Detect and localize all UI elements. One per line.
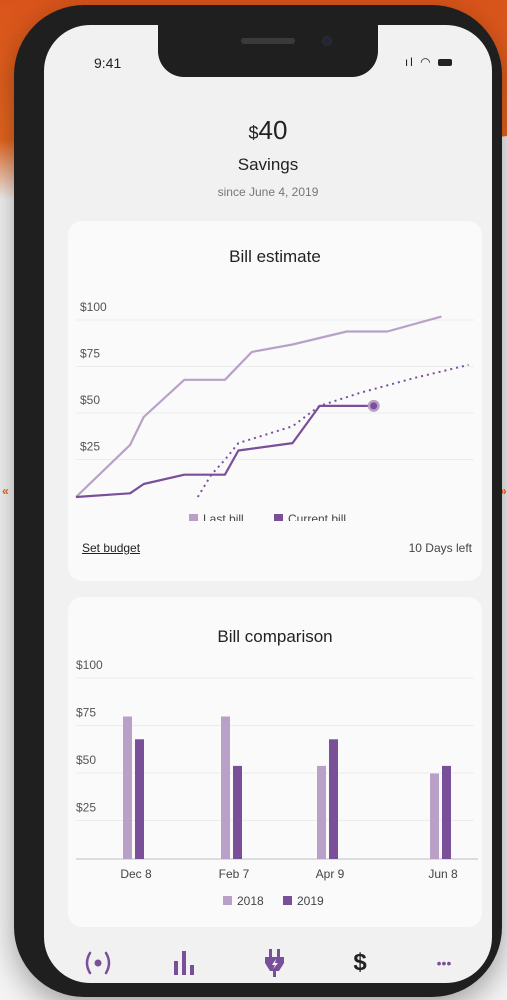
savings-label: Savings (237, 155, 299, 174)
legend-swatch-2019 (283, 896, 292, 905)
dollar-icon: $ (353, 949, 367, 976)
status-icons: ıl ◠ (405, 55, 452, 69)
bill-estimate-chart: $100 $75 $50 $25 Last bill Current bill (75, 300, 474, 521)
phone-frame: 9:41 ıl ◠ $40 Savings since June 4, 2019… (14, 5, 502, 997)
bar-2018 (430, 773, 439, 859)
live-icon (85, 951, 111, 975)
status-time: 9:41 (94, 55, 122, 71)
currency-symbol: $ (248, 123, 259, 143)
savings-amount: $40 (44, 115, 492, 146)
bar-2019 (135, 739, 144, 859)
x-tick-label: Apr 9 (316, 867, 345, 881)
y-tick-label: $25 (80, 440, 100, 454)
y-tick-label: $50 (80, 393, 100, 407)
legend-swatch-last-bill (189, 514, 198, 521)
more-icon: ••• (436, 955, 452, 971)
y-tick-label: $100 (80, 300, 107, 314)
wifi-icon: ◠ (420, 55, 433, 69)
speaker-grille (241, 38, 295, 44)
plug-icon (265, 949, 284, 977)
battery-icon (438, 59, 452, 67)
current-bill-endpoint (370, 402, 378, 410)
tab-more[interactable]: ••• (424, 943, 464, 983)
legend-label-last-bill: Last bill (203, 512, 244, 521)
tab-bar: $ ••• (44, 943, 492, 983)
savings-since: since June 4, 2019 (217, 185, 319, 199)
y-tick-label: $75 (76, 706, 96, 720)
bill-comparison-card: Bill comparison $100 $75 $50 $25 Dec 8 Feb 7A… (68, 597, 482, 927)
x-tick-label: Dec 8 (120, 867, 152, 881)
bar-2018 (221, 716, 230, 859)
bar-2018 (317, 765, 326, 859)
legend-label-current-bill: Current bill (288, 512, 346, 521)
decorative-chevron: « (2, 484, 9, 498)
phone-screen: 9:41 ıl ◠ $40 Savings since June 4, 2019… (44, 25, 492, 983)
y-tick-label: $100 (76, 658, 103, 672)
tab-devices[interactable] (254, 943, 294, 983)
y-tick-label: $75 (80, 347, 100, 361)
legend-swatch-2018 (223, 896, 232, 905)
days-left-label: 10 Days left (408, 541, 472, 555)
y-tick-label: $25 (76, 801, 96, 815)
usage-bars-icon (174, 951, 194, 975)
series-line-current-bill (75, 404, 374, 499)
series-line-last-bill (75, 315, 442, 498)
phone-notch (158, 25, 378, 77)
bar-2019 (442, 765, 451, 859)
legend-label-2019: 2019 (297, 894, 324, 908)
legend-swatch-current-bill (274, 514, 283, 521)
bill-comparison-chart: $100 $75 $50 $25 Dec 8 Feb 7 Apr 9 Jun 8 2018 201… (76, 658, 478, 908)
legend-label-2018: 2018 (237, 894, 264, 908)
x-tick-label: Jun 8 (428, 867, 458, 881)
y-tick-label: $50 (76, 753, 96, 767)
bar-2018 (123, 716, 132, 859)
tab-usage[interactable] (166, 943, 206, 983)
bill-estimate-card: Bill estimate $100 $75 $50 $25 Last bill Curr… (68, 221, 482, 581)
set-budget-link[interactable]: Set budget (82, 541, 140, 555)
bar-2019 (329, 739, 338, 859)
x-tick-label: Feb 7 (219, 867, 250, 881)
amount-value: 40 (258, 115, 288, 145)
series-line-projection (196, 363, 469, 498)
bar-2019 (233, 765, 242, 859)
front-camera (322, 36, 332, 46)
tab-live[interactable] (78, 943, 118, 983)
tab-bill[interactable]: $ (340, 943, 380, 983)
signal-icon: ıl (404, 55, 415, 69)
